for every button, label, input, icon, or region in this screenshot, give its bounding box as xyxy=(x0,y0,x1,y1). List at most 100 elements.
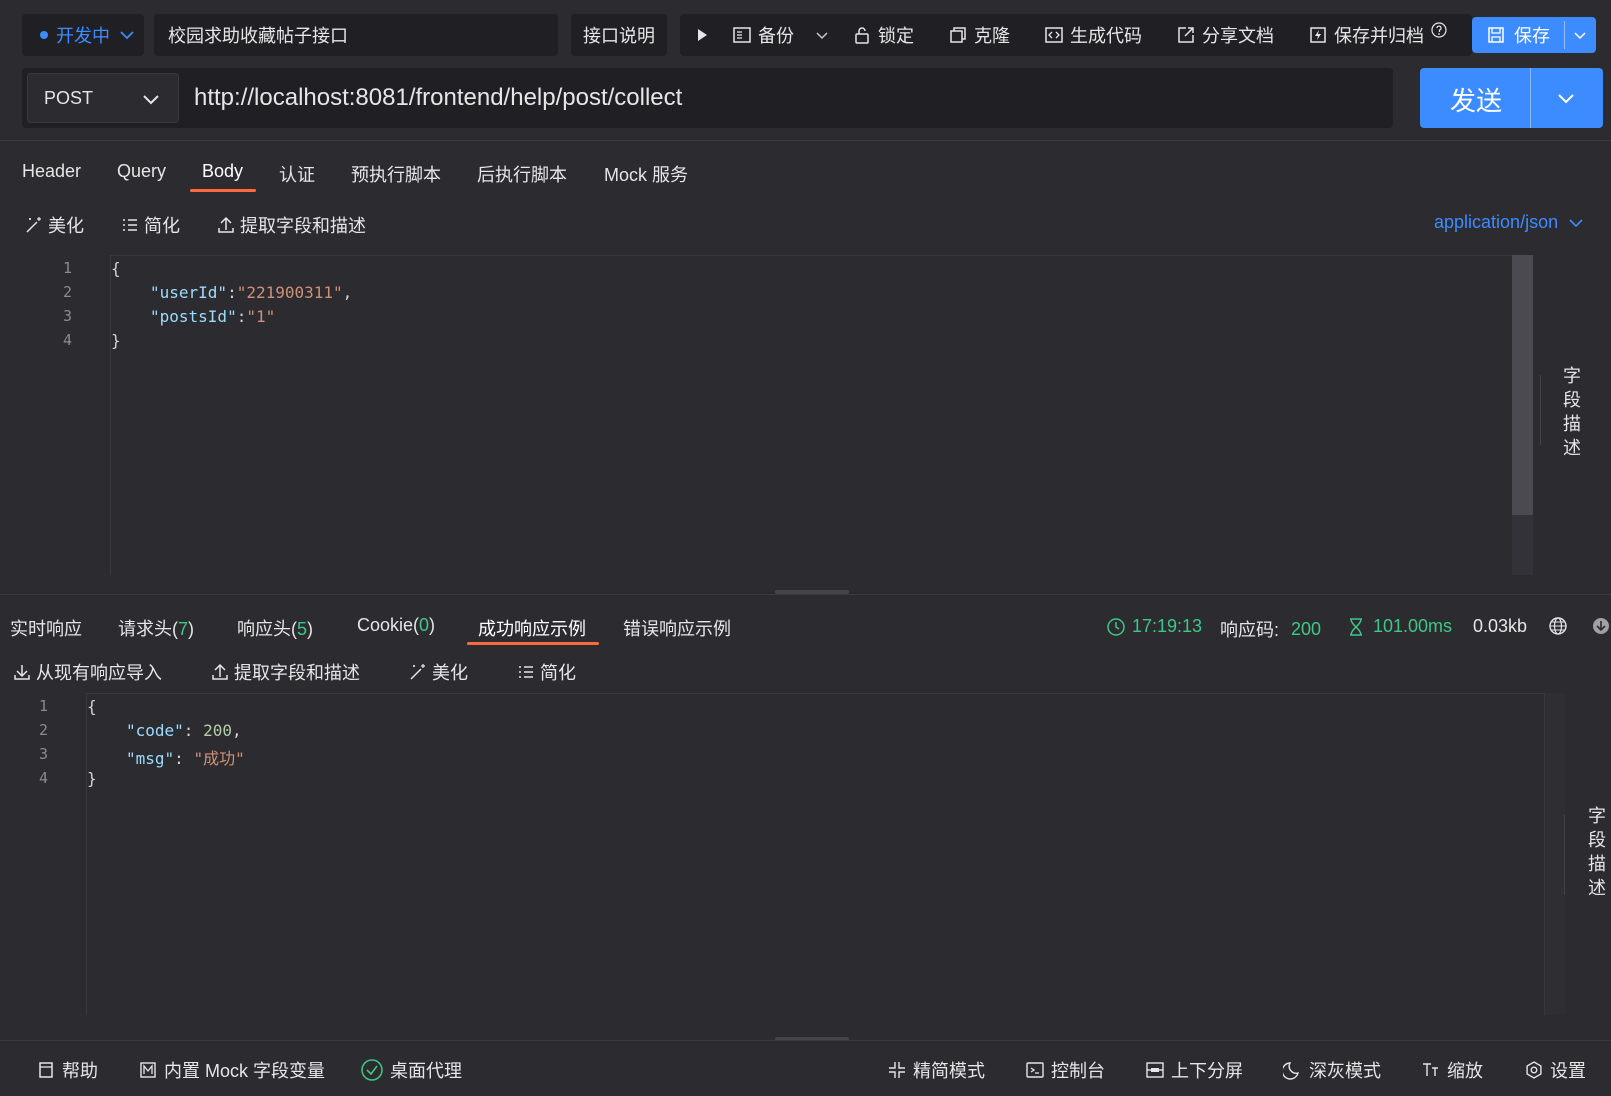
tab-mock[interactable]: Mock 服务 xyxy=(604,161,688,187)
line-number: 2 xyxy=(62,283,72,301)
clock-icon xyxy=(1107,617,1125,636)
help-button[interactable]: 帮助 xyxy=(36,1057,98,1083)
tab-error-example[interactable]: 错误响应示例 xyxy=(623,615,731,641)
backup-button[interactable]: 备份 xyxy=(732,14,794,56)
lock-button[interactable]: 锁定 xyxy=(852,14,914,56)
extract-fields-label: 提取字段和描述 xyxy=(234,663,360,683)
status-dot-icon xyxy=(40,31,48,39)
send-button[interactable]: 发送 xyxy=(1420,68,1603,128)
code-line: { xyxy=(87,697,97,716)
tab-realtime-response[interactable]: 实时响应 xyxy=(10,615,82,641)
response-time-value: 17:19:13 xyxy=(1132,616,1203,636)
line-number: 3 xyxy=(38,745,48,763)
clone-icon xyxy=(950,27,966,43)
clone-button[interactable]: 克隆 xyxy=(948,14,1010,56)
api-doc-button[interactable]: 接口说明 xyxy=(571,14,667,56)
line-number: 1 xyxy=(62,259,72,277)
save-button[interactable]: 保存 xyxy=(1472,17,1596,53)
share-doc-button[interactable]: 分享文档 xyxy=(1176,14,1274,56)
tab-query[interactable]: Query xyxy=(117,161,166,182)
extract-fields-button[interactable]: 提取字段和描述 xyxy=(210,659,360,685)
zoom-button[interactable]: 缩放 xyxy=(1421,1057,1483,1083)
tab-auth[interactable]: 认证 xyxy=(279,161,315,187)
beautify-button[interactable]: 美化 xyxy=(408,659,468,685)
line-number: 3 xyxy=(62,307,72,325)
download-button[interactable] xyxy=(1592,616,1610,636)
help-label: 帮助 xyxy=(62,1061,98,1081)
import-response-button[interactable]: 从现有响应导入 xyxy=(12,659,162,685)
line-number: 4 xyxy=(62,331,72,349)
response-time: 17:19:13 xyxy=(1106,616,1202,637)
chevron-down-icon[interactable] xyxy=(1572,27,1588,43)
settings-button[interactable]: 设置 xyxy=(1524,1057,1586,1083)
lock-label: 锁定 xyxy=(878,26,914,46)
split-view-button[interactable]: 上下分屏 xyxy=(1145,1057,1243,1083)
request-body-editor[interactable]: 1 2 3 4 { "userId":"221900311", "postsId… xyxy=(0,255,1541,575)
save-archive-button[interactable]: 保存并归档 xyxy=(1308,14,1454,56)
tab-post-script[interactable]: 后执行脚本 xyxy=(477,161,567,187)
tab-pre-script[interactable]: 预执行脚本 xyxy=(351,161,441,187)
tab-request-headers[interactable]: 请求头(7) xyxy=(118,615,194,641)
action-toolbar: 备份 锁定 克隆 生成代码 分享文档 保存并归档 xyxy=(680,14,1472,56)
chevron-down-icon xyxy=(816,32,828,40)
simplify-button[interactable]: 简化 xyxy=(120,212,180,238)
method-label: POST xyxy=(44,87,94,108)
download-icon xyxy=(1593,618,1609,634)
status-dropdown[interactable]: 开发中 xyxy=(22,14,144,56)
mock-icon xyxy=(140,1062,156,1078)
extract-fields-button[interactable]: 提取字段和描述 xyxy=(216,212,366,238)
desktop-proxy-toggle[interactable]: 桌面代理 xyxy=(360,1057,462,1083)
line-number: 1 xyxy=(38,697,48,715)
tab-cookie[interactable]: Cookie(0) xyxy=(357,615,435,636)
status-label: 开发中 xyxy=(56,26,110,46)
globe-button[interactable] xyxy=(1548,616,1568,636)
response-body-editor[interactable]: 1 2 3 4 { "code": 200, "msg": "成功" } xyxy=(0,693,1565,1015)
code-line: "msg": "成功" xyxy=(126,749,245,768)
help-circle-icon[interactable] xyxy=(1430,21,1448,39)
field-description-toggle[interactable]: 字段描述 xyxy=(1561,364,1583,460)
play-icon xyxy=(698,29,707,41)
field-description-toggle[interactable]: 字段描述 xyxy=(1586,804,1608,900)
tab-success-example[interactable]: 成功响应示例 xyxy=(478,615,586,641)
scrollbar[interactable] xyxy=(1544,693,1565,1015)
dark-mode-label: 深灰模式 xyxy=(1309,1061,1381,1081)
list-icon xyxy=(123,219,137,231)
divider xyxy=(0,594,1611,595)
run-button[interactable] xyxy=(694,14,716,56)
simplify-button[interactable]: 简化 xyxy=(516,659,576,685)
api-title[interactable]: 校园求助收藏帖子接口 xyxy=(154,14,558,56)
beautify-button[interactable]: 美化 xyxy=(24,212,84,238)
magic-wand-icon xyxy=(410,664,425,680)
code-line: "postsId":"1" xyxy=(150,307,276,326)
code-line: { xyxy=(111,259,121,278)
method-select[interactable]: POST xyxy=(27,73,179,123)
content-type-select[interactable]: application/json xyxy=(1434,212,1590,233)
divider xyxy=(0,140,1611,141)
tab-response-headers[interactable]: 响应头(5) xyxy=(237,615,313,641)
url-input[interactable] xyxy=(194,68,1374,128)
split-view-label: 上下分屏 xyxy=(1171,1061,1243,1081)
generate-code-button[interactable]: 生成代码 xyxy=(1044,14,1142,56)
tab-header[interactable]: Header xyxy=(22,161,81,182)
mock-vars-button[interactable]: 内置 Mock 字段变量 xyxy=(138,1057,325,1083)
line-number: 2 xyxy=(38,721,48,739)
response-duration-value: 101.00ms xyxy=(1373,616,1453,636)
tab-body[interactable]: Body xyxy=(202,161,243,182)
response-duration: 101.00ms xyxy=(1347,616,1452,637)
download-icon xyxy=(14,665,30,680)
status-bar: 帮助 内置 Mock 字段变量 桌面代理 精简模式 控制台 上下分屏 深灰模式 … xyxy=(0,1040,1611,1096)
compact-mode-button[interactable]: 精简模式 xyxy=(887,1057,985,1083)
console-button[interactable]: 控制台 xyxy=(1025,1057,1105,1083)
backup-dropdown[interactable] xyxy=(814,14,836,56)
split-horizontal-icon xyxy=(1146,1062,1164,1078)
chevron-down-icon[interactable] xyxy=(1554,86,1578,110)
compact-mode-label: 精简模式 xyxy=(913,1061,985,1081)
line-number: 4 xyxy=(38,769,48,787)
scrollbar-thumb[interactable] xyxy=(1512,255,1533,515)
extract-fields-label: 提取字段和描述 xyxy=(240,216,366,236)
dark-mode-button[interactable]: 深灰模式 xyxy=(1283,1057,1381,1083)
upload-icon xyxy=(212,663,228,680)
top-toolbar: 开发中 校园求助收藏帖子接口 接口说明 备份 锁定 克隆 生成代码 分享文档 保… xyxy=(0,0,1611,70)
simplify-label: 简化 xyxy=(540,663,576,683)
book-icon xyxy=(39,1062,53,1078)
